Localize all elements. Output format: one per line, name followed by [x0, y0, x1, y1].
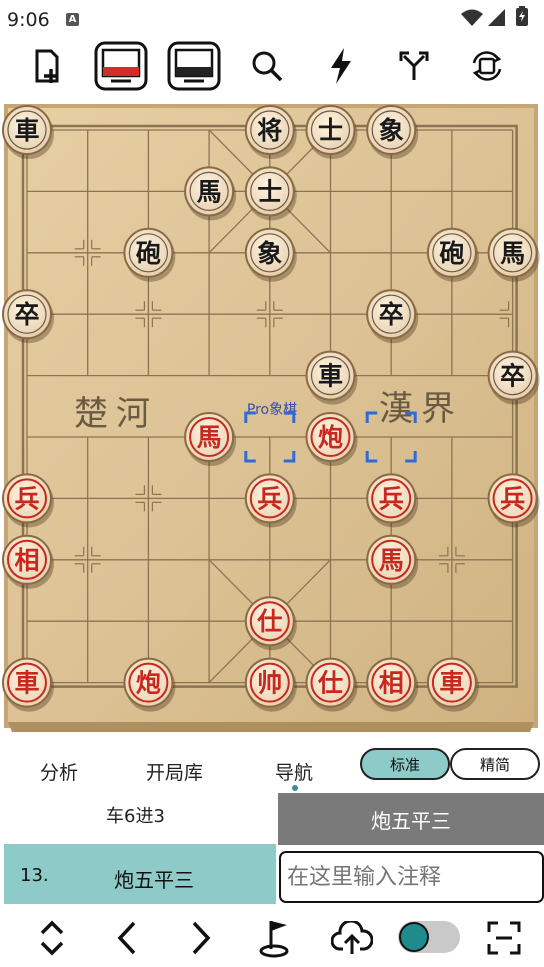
piece-label: 兵 — [257, 484, 282, 513]
flag-icon — [259, 921, 289, 958]
move-list: 车6进3 炮五平三 13. 炮五平三 — [0, 793, 544, 905]
engine-toggle[interactable] — [398, 921, 460, 953]
board-canvas[interactable]: 楚河 漢界 Pro象棋 車将士象馬 士砲象砲馬卒 卒車 卒馬 炮兵兵兵兵相 馬仕車炮帅仕相… — [0, 96, 544, 736]
engine-button[interactable] — [313, 40, 369, 92]
black-board-view-button[interactable] — [166, 40, 222, 92]
search-button[interactable] — [239, 40, 295, 92]
rotate-icon — [472, 51, 502, 81]
toggle-knob — [399, 922, 429, 952]
piece-label: 兵 — [500, 484, 525, 513]
cloud-upload-icon — [331, 921, 373, 954]
piece-label: 馬 — [379, 546, 404, 575]
tab-analysis[interactable]: 分析 — [40, 758, 78, 785]
top-toolbar — [0, 40, 544, 96]
piece-label: 象 — [257, 239, 282, 268]
chess-board[interactable]: 楚河 漢界 Pro象棋 車将士象馬士砲象砲馬卒卒車卒馬炮兵兵兵兵相馬仕車炮帅仕相… — [0, 96, 544, 736]
piece-label: 炮 — [318, 423, 343, 452]
mode-simple-button[interactable]: 精简 — [450, 748, 540, 780]
piece-label: 馬 — [500, 239, 525, 268]
river-right-text: 漢界 — [379, 389, 463, 429]
piece-label: 卒 — [500, 362, 525, 391]
next-move-button[interactable] — [175, 912, 227, 964]
black-board-icon — [167, 41, 221, 91]
piece-label: 馬 — [197, 423, 222, 452]
move-current-red: 炮五平三 — [114, 868, 194, 892]
piece-label: 相 — [14, 546, 39, 575]
branch-icon — [399, 51, 429, 80]
prev-move-button[interactable] — [101, 912, 153, 964]
expand-button[interactable] — [26, 912, 78, 964]
red-board-icon — [94, 41, 148, 91]
watermark-text: Pro象棋 — [247, 402, 297, 418]
search-icon — [252, 51, 283, 82]
move-current-red-cell[interactable]: 13. 炮五平三 — [4, 844, 276, 904]
piece-label: 帅 — [257, 669, 282, 698]
upload-button[interactable] — [326, 912, 378, 964]
new-game-button[interactable] — [18, 40, 74, 92]
move-current-right: 炮五平三 — [371, 808, 451, 833]
expand-icon — [40, 920, 64, 956]
red-board-view-button[interactable] — [93, 40, 149, 92]
tab-indicator-dot — [292, 785, 298, 791]
piece-label: 相 — [379, 669, 404, 698]
piece-label: 卒 — [14, 300, 39, 329]
piece-label: 卒 — [379, 300, 404, 329]
rotate-board-button[interactable] — [459, 40, 515, 92]
move-number: 13. — [20, 865, 49, 886]
flag-button[interactable] — [250, 912, 302, 964]
mode-standard-button[interactable]: 标准 — [360, 748, 450, 780]
wifi-icon — [461, 9, 483, 26]
piece-label: 砲 — [136, 239, 161, 268]
piece-label: 砲 — [439, 239, 464, 268]
status-bar: 9:06 A — [0, 0, 544, 38]
tab-navigate[interactable]: 导航 — [275, 758, 313, 785]
status-time: 9:06 — [7, 9, 50, 31]
board-bottom-edge — [8, 722, 534, 732]
tab-opening[interactable]: 开局库 — [146, 758, 203, 785]
piece-label: 兵 — [379, 484, 404, 513]
new-file-icon — [35, 49, 59, 83]
scan-frame-icon — [487, 921, 521, 955]
move-prev-black[interactable]: 车6进3 — [106, 802, 165, 828]
chevron-right-icon — [192, 921, 211, 955]
notification-icon: A — [66, 13, 79, 26]
piece-label: 兵 — [14, 484, 39, 513]
piece-label: 車 — [318, 362, 343, 391]
battery-icon — [516, 6, 528, 26]
piece-label: 仕 — [256, 607, 282, 636]
lightning-icon — [331, 48, 351, 84]
piece-label: 象 — [379, 116, 404, 145]
piece-label: 士 — [257, 177, 282, 206]
piece-label: 炮 — [136, 669, 161, 698]
river-left-text: 楚河 — [74, 394, 158, 434]
fullscreen-button[interactable] — [478, 912, 530, 964]
piece-label: 馬 — [197, 177, 222, 206]
piece-label: 車 — [439, 669, 464, 698]
piece-label: 車 — [14, 116, 39, 145]
signal-icon — [488, 9, 505, 26]
branch-button[interactable] — [386, 40, 442, 92]
bottom-bar — [0, 908, 544, 967]
piece-label: 車 — [14, 669, 39, 698]
piece-label: 将 — [257, 116, 282, 145]
comment-input[interactable] — [279, 851, 544, 903]
piece-label: 仕 — [317, 669, 343, 698]
chevron-left-icon — [117, 921, 136, 955]
piece-label: 士 — [318, 116, 343, 145]
move-current-black-cell[interactable]: 炮五平三 — [278, 793, 544, 845]
